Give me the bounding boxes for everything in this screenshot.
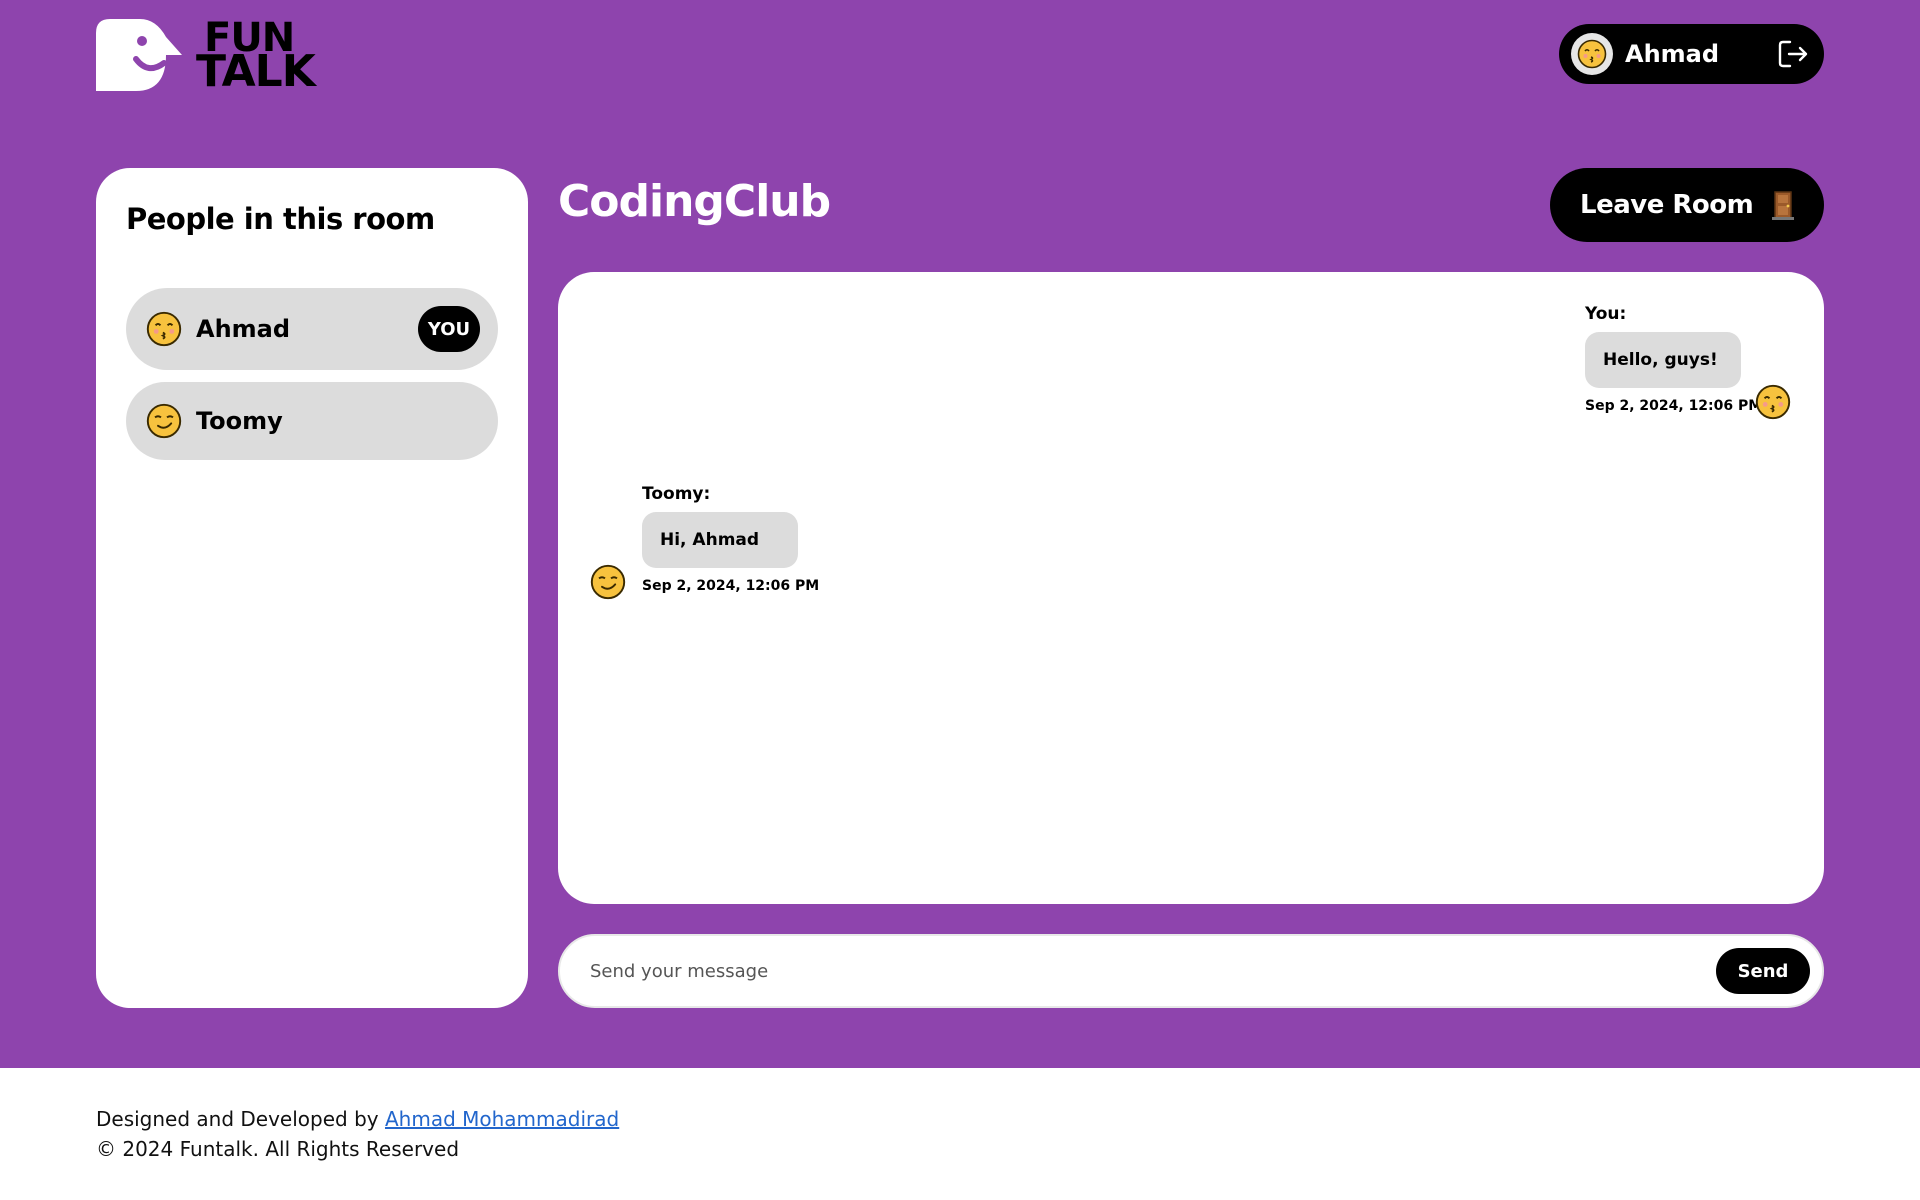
member-item-ahmad[interactable]: Ahmad YOU — [126, 288, 498, 370]
message-bubble: Hi, Ahmad — [642, 512, 798, 568]
send-button[interactable]: Send — [1716, 948, 1810, 994]
user-menu[interactable]: Ahmad — [1559, 24, 1824, 84]
message-composer: Send — [558, 934, 1824, 1008]
logo-wordmark: FUN TALK — [196, 18, 316, 97]
footer: Designed and Developed by Ahmad Mohammad… — [96, 1104, 619, 1164]
message-sender: Toomy: — [642, 484, 711, 504]
user-avatar — [1571, 33, 1613, 75]
message-sender: You: — [1585, 304, 1627, 324]
member-name: Toomy — [196, 407, 283, 435]
member-name: Ahmad — [196, 315, 291, 343]
kissing-smiling-eyes-icon — [1577, 39, 1607, 69]
footer-credit-prefix: Designed and Developed by — [96, 1107, 379, 1131]
footer-credit: Designed and Developed by Ahmad Mohammad… — [96, 1104, 619, 1134]
leave-room-label: Leave Room — [1580, 190, 1754, 220]
app-frame: FUN TALK Ahmad People in this room Ahmad… — [0, 0, 1920, 1068]
leave-room-button[interactable]: Leave Room — [1550, 168, 1824, 242]
author-link[interactable]: Ahmad Mohammadirad — [385, 1107, 619, 1131]
you-badge: YOU — [418, 306, 480, 352]
member-item-toomy[interactable]: Toomy — [126, 382, 498, 460]
message-bubble: Hello, guys! — [1585, 332, 1741, 388]
logo-face-icon — [96, 19, 182, 91]
message-timestamp: Sep 2, 2024, 12:06 PM — [642, 578, 820, 594]
room-title: CodingClub — [558, 176, 831, 227]
funtalk-logo[interactable]: FUN TALK — [96, 18, 336, 97]
message-timestamp: Sep 2, 2024, 12:06 PM — [1585, 398, 1763, 414]
message-item-other: Toomy: Hi, Ahmad Sep 2, 2024, 12:06 PM — [590, 484, 822, 600]
kissing-smiling-eyes-icon — [1755, 384, 1791, 420]
kissing-smiling-eyes-icon — [146, 311, 182, 347]
people-panel-title: People in this room — [126, 202, 435, 236]
people-list: Ahmad YOU Toomy — [126, 288, 498, 460]
smirk-face-icon — [590, 564, 626, 600]
door-icon — [1772, 191, 1794, 220]
footer-copyright: © 2024 Funtalk. All Rights Reserved — [96, 1137, 460, 1161]
user-name: Ahmad — [1625, 40, 1720, 68]
people-panel: People in this room Ahmad YOU Toomy — [96, 168, 528, 1008]
message-input[interactable] — [590, 960, 1716, 982]
message-item-self: You: Hello, guys! Sep 2, 2024, 12:06 PM — [1585, 304, 1791, 420]
logout-icon[interactable] — [1776, 37, 1810, 71]
chat-messages: You: Hello, guys! Sep 2, 2024, 12:06 PM … — [558, 272, 1824, 904]
logo-line-2: TALK — [196, 46, 316, 97]
smirk-face-icon — [146, 403, 182, 439]
